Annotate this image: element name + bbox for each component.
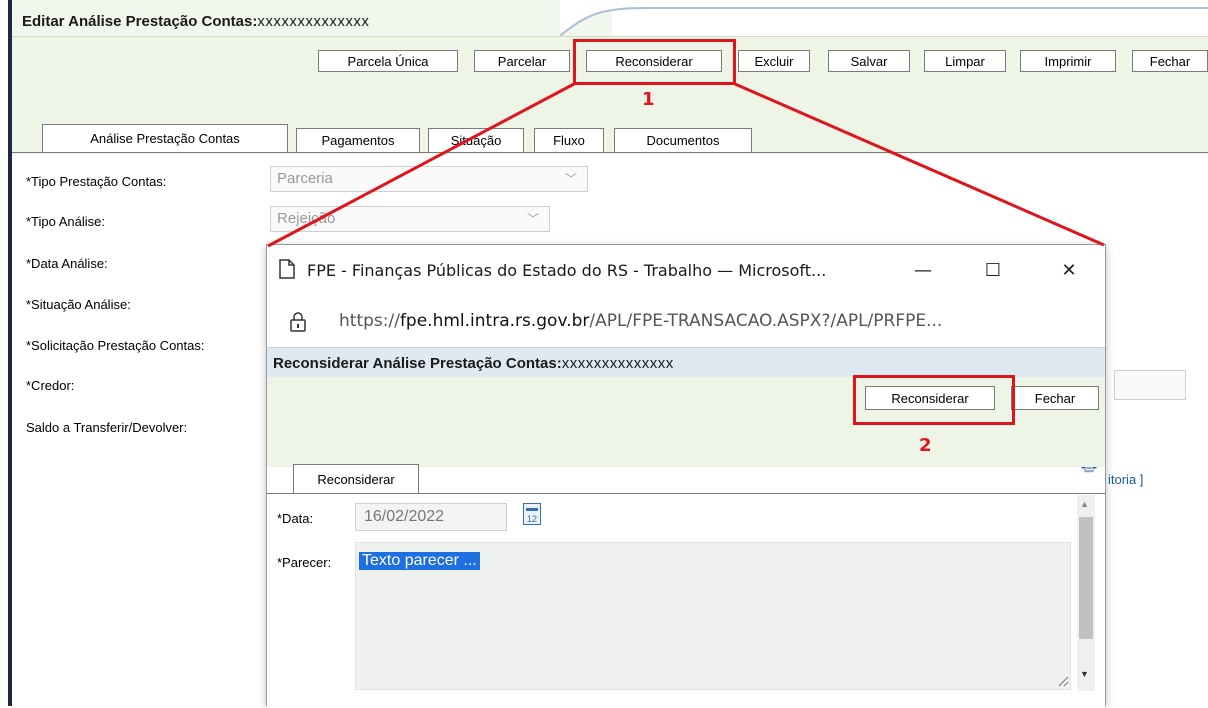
tipo-analise-label: *Tipo Análise: bbox=[26, 214, 106, 229]
lock-icon bbox=[290, 312, 306, 332]
popup-scrollbar-thumb[interactable] bbox=[1079, 517, 1093, 639]
credor-label: *Credor: bbox=[26, 378, 75, 393]
page-icon bbox=[279, 259, 295, 279]
parecer-selected-text: Texto parecer ... bbox=[359, 552, 480, 570]
page-title: Editar Análise Prestação Contas:xxxxxxxx… bbox=[22, 13, 369, 30]
chevron-down-icon: ﹀ bbox=[526, 212, 539, 226]
data-input[interactable]: 16/02/2022 bbox=[355, 503, 507, 531]
popup-header-title: Reconsiderar Análise Prestação Contas:xx… bbox=[273, 355, 674, 372]
popup-titlebar: FPE - Finanças Públicas do Estado do RS … bbox=[267, 245, 1105, 297]
step-2-label: 2 bbox=[919, 435, 932, 456]
popup-fechar-button[interactable]: Fechar bbox=[1011, 386, 1099, 410]
url-host: fpe.hml.intra.rs.gov.br bbox=[399, 311, 590, 331]
popup-header-label: Reconsiderar Análise Prestação Contas: bbox=[273, 355, 562, 372]
step-1-label: 1 bbox=[642, 89, 655, 110]
tipo-prestacao-value: Parceria bbox=[277, 170, 333, 187]
credor-field[interactable] bbox=[1114, 370, 1186, 400]
scroll-up-icon[interactable]: ▲ bbox=[1080, 499, 1089, 509]
calendar-icon[interactable]: 12 bbox=[523, 503, 541, 525]
chevron-down-icon: ﹀ bbox=[564, 172, 577, 186]
solicitacao-label: *Solicitação Prestação Contas: bbox=[26, 338, 205, 353]
data-analise-label: *Data Análise: bbox=[26, 256, 108, 271]
tab-divider bbox=[12, 152, 1208, 153]
url-prefix: https:// bbox=[339, 311, 400, 331]
main-tabs: Análise Prestação Contas Pagamentos Situ… bbox=[12, 124, 1208, 153]
highlight-box-2 bbox=[853, 375, 1015, 425]
popup-header: Reconsiderar Análise Prestação Contas:xx… bbox=[267, 347, 1105, 475]
tab-situacao[interactable]: Situação bbox=[428, 128, 524, 153]
close-icon[interactable]: ✕ bbox=[1049, 255, 1089, 287]
popup-header-id: xxxxxxxxxxxxxx bbox=[561, 355, 674, 372]
highlight-box-1 bbox=[573, 39, 736, 85]
maximize-icon[interactable]: ☐ bbox=[973, 255, 1013, 287]
saldo-label: Saldo a Transferir/Devolver: bbox=[26, 420, 188, 435]
limpar-button[interactable]: Limpar bbox=[924, 50, 1006, 72]
tipo-analise-select[interactable]: Rejeição ﹀ bbox=[270, 206, 550, 232]
parcelar-button[interactable]: Parcelar bbox=[474, 50, 570, 72]
tab-pagamentos[interactable]: Pagamentos bbox=[296, 128, 420, 153]
parecer-label: *Parecer: bbox=[277, 555, 332, 570]
tab-documentos[interactable]: Documentos bbox=[614, 128, 752, 153]
salvar-button[interactable]: Salvar bbox=[828, 50, 910, 72]
tipo-analise-value: Rejeição bbox=[277, 210, 336, 227]
imprimir-button[interactable]: Imprimir bbox=[1020, 50, 1116, 72]
header-curve bbox=[560, 0, 1208, 37]
popup-address-bar[interactable]: https://fpe.hml.intra.rs.gov.br/APL/FPE-… bbox=[267, 297, 1105, 347]
fechar-button[interactable]: Fechar bbox=[1132, 50, 1208, 72]
auditoria-link[interactable]: itoria ] bbox=[1108, 472, 1143, 487]
popup-window: FPE - Finanças Públicas do Estado do RS … bbox=[266, 244, 1106, 708]
page-title-id: xxxxxxxxxxxxxx bbox=[257, 13, 370, 30]
data-label: *Data: bbox=[277, 511, 314, 526]
resize-grip-icon[interactable] bbox=[1057, 675, 1069, 687]
scroll-down-icon[interactable]: ▼ bbox=[1080, 669, 1089, 679]
tipo-prestacao-select[interactable]: Parceria ﹀ bbox=[270, 166, 588, 192]
excluir-button[interactable]: Excluir bbox=[738, 50, 810, 72]
tab-fluxo[interactable]: Fluxo bbox=[534, 128, 604, 153]
popup-url: https://fpe.hml.intra.rs.gov.br/APL/FPE-… bbox=[339, 311, 942, 331]
tipo-prestacao-label: *Tipo Prestação Contas: bbox=[26, 174, 167, 189]
tab-analise-prestacao-contas[interactable]: Análise Prestação Contas bbox=[42, 124, 288, 153]
situacao-analise-label: *Situação Análise: bbox=[26, 297, 131, 312]
url-path: /APL/FPE-TRANSACAO.ASPX?/APL/PRFPE... bbox=[589, 311, 943, 331]
minimize-icon[interactable]: — bbox=[903, 255, 943, 287]
popup-window-title: FPE - Finanças Públicas do Estado do RS … bbox=[307, 261, 827, 280]
tab-reconsiderar[interactable]: Reconsiderar bbox=[293, 464, 419, 494]
page-title-label: Editar Análise Prestação Contas: bbox=[22, 13, 258, 30]
parcela-unica-button[interactable]: Parcela Única bbox=[318, 50, 458, 72]
